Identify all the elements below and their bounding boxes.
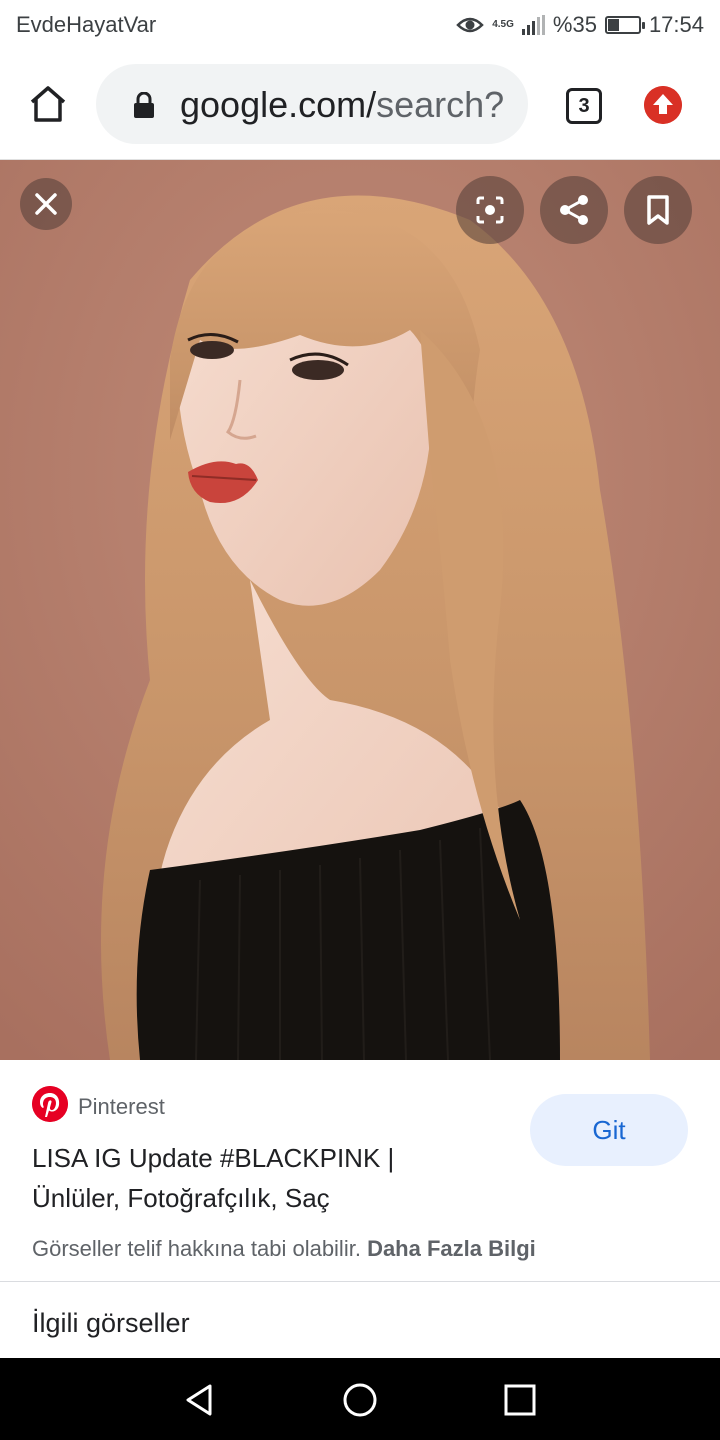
close-icon	[35, 193, 57, 215]
browser-toolbar: google.com/search? 3	[0, 50, 720, 160]
pinterest-logo-icon	[32, 1086, 68, 1122]
result-title[interactable]: LISA IG Update #BLACKPINK | Ünlüler, Fot…	[32, 1138, 462, 1218]
network-type: 4.5G	[492, 19, 514, 30]
photo-of-woman[interactable]	[0, 160, 720, 1060]
url-domain: google.com/	[180, 84, 377, 125]
home-nav-icon[interactable]	[340, 1380, 380, 1420]
status-icons: 4.5G %35 17:54	[456, 10, 704, 40]
url-path: search?	[376, 84, 505, 125]
carrier-name: EvdeHayatVar	[16, 12, 157, 37]
related-images-section: İlgili görseller	[0, 1282, 720, 1358]
eye-comfort-icon	[456, 17, 484, 33]
lens-icon	[476, 196, 504, 224]
close-button[interactable]	[20, 178, 72, 230]
save-button[interactable]	[624, 176, 692, 244]
battery-percent: %35	[552, 12, 597, 37]
update-icon[interactable]	[644, 86, 682, 124]
image-viewer	[0, 160, 720, 1060]
related-images-title: İlgili görseller	[32, 1308, 190, 1338]
address-bar[interactable]: google.com/search?	[96, 64, 528, 144]
visit-button[interactable]: Git	[530, 1094, 688, 1166]
result-info-panel: Pinterest LISA IG Update #BLACKPINK | Ün…	[0, 1060, 720, 1282]
copyright-notice: Görseller telif hakkına tabi olabilir. D…	[32, 1236, 536, 1262]
battery-icon	[604, 16, 645, 34]
clock: 17:54	[648, 12, 704, 37]
battery-level	[607, 19, 620, 31]
home-icon[interactable]	[24, 80, 72, 128]
url-text[interactable]: google.com/search?	[180, 84, 504, 126]
copyright-text: Görseller telif hakkına tabi olabilir.	[32, 1236, 361, 1261]
system-navigation-bar	[0, 1358, 720, 1440]
tab-switcher-button[interactable]: 3	[566, 88, 602, 124]
signal-icon	[521, 15, 545, 35]
lock-icon	[134, 92, 154, 118]
lens-button[interactable]	[456, 176, 524, 244]
share-button[interactable]	[540, 176, 608, 244]
share-icon	[560, 195, 588, 225]
bookmark-icon	[647, 195, 669, 225]
recents-icon[interactable]	[500, 1380, 540, 1420]
more-info-link[interactable]: Daha Fazla Bilgi	[367, 1236, 536, 1261]
source-name[interactable]: Pinterest	[78, 1094, 165, 1120]
back-icon[interactable]	[180, 1380, 220, 1420]
status-bar: EvdeHayatVar 4.5G %35 17:54	[0, 0, 720, 50]
